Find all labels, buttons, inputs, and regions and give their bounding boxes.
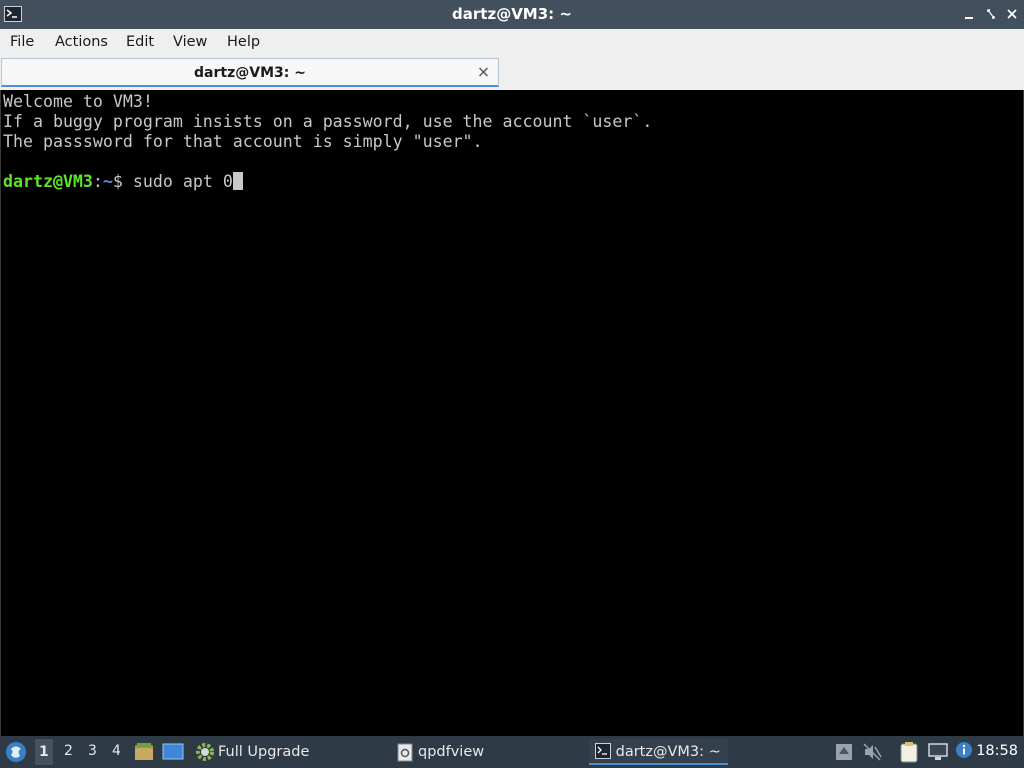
maximize-button[interactable] [983, 5, 999, 23]
title-bar[interactable]: dartz@VM3: ~ [0, 0, 1024, 29]
clipboard-icon[interactable] [899, 741, 919, 767]
terminal-line: Welcome to VM3! [3, 92, 153, 111]
taskbar: 1 2 3 4 Full Upgrade qpdfview dartz@VM3:… [0, 736, 1024, 768]
workspace-4[interactable]: 4 [112, 743, 121, 759]
minimize-icon [965, 17, 973, 19]
task-terminal-label: dartz@VM3: ~ [615, 744, 721, 760]
workspace-2[interactable]: 2 [64, 743, 73, 759]
info-icon[interactable] [955, 741, 973, 763]
menu-bar: File Actions Edit View Help [0, 29, 1024, 57]
gear-icon [194, 741, 216, 767]
network-icon[interactable] [927, 742, 949, 766]
close-icon [479, 67, 488, 77]
prompt-symbol: $ [112, 172, 133, 191]
file-manager-icon[interactable] [134, 742, 154, 766]
workspace-3[interactable]: 3 [88, 743, 97, 759]
minimize-button[interactable] [961, 5, 977, 23]
menu-help[interactable]: Help [227, 34, 260, 50]
volume-muted-icon[interactable] [862, 742, 882, 766]
task-full-upgrade[interactable]: Full Upgrade [218, 739, 309, 765]
text-cursor [232, 172, 243, 190]
upload-icon[interactable] [835, 743, 853, 765]
window-title: dartz@VM3: ~ [452, 5, 572, 23]
tab-terminal[interactable]: dartz@VM3: ~ [1, 58, 499, 87]
menu-edit[interactable]: Edit [126, 34, 154, 50]
command-input[interactable]: sudo apt 0 [133, 172, 233, 191]
maximize-icon [987, 9, 995, 19]
task-qpdfview[interactable]: qpdfview [418, 739, 484, 765]
terminal-window: dartz@VM3: ~ File Actions Edit View Help [0, 0, 1024, 736]
menu-file[interactable]: File [10, 34, 34, 50]
clock[interactable]: 18:58 [976, 743, 1018, 759]
workspace-1[interactable]: 1 [35, 739, 53, 765]
prompt-path: ~ [102, 172, 113, 191]
task-terminal[interactable]: dartz@VM3: ~ [589, 739, 728, 765]
prompt-line: dartz@VM3:~$ sudo apt 0 [3, 172, 243, 192]
close-button[interactable] [1004, 5, 1020, 23]
prompt-user-host: dartz@VM3 [3, 172, 93, 191]
menu-actions[interactable]: Actions [55, 34, 108, 50]
close-icon [1007, 9, 1017, 19]
tab-label: dartz@VM3: ~ [194, 65, 306, 81]
desktop-icon[interactable] [162, 743, 184, 765]
terminal-output[interactable]: Welcome to VM3! If a buggy program insis… [0, 90, 1024, 736]
document-icon [397, 743, 413, 766]
lxqt-menu-icon[interactable] [5, 741, 27, 767]
menu-view[interactable]: View [173, 34, 207, 50]
tab-close-button[interactable] [478, 63, 489, 85]
terminal-icon [595, 743, 611, 759]
tab-bar: dartz@VM3: ~ [0, 57, 1024, 89]
prompt-separator: : [92, 172, 103, 191]
terminal-line: If a buggy program insists on a password… [3, 112, 653, 131]
terminal-line: The passsword for that account is simply… [3, 132, 483, 151]
